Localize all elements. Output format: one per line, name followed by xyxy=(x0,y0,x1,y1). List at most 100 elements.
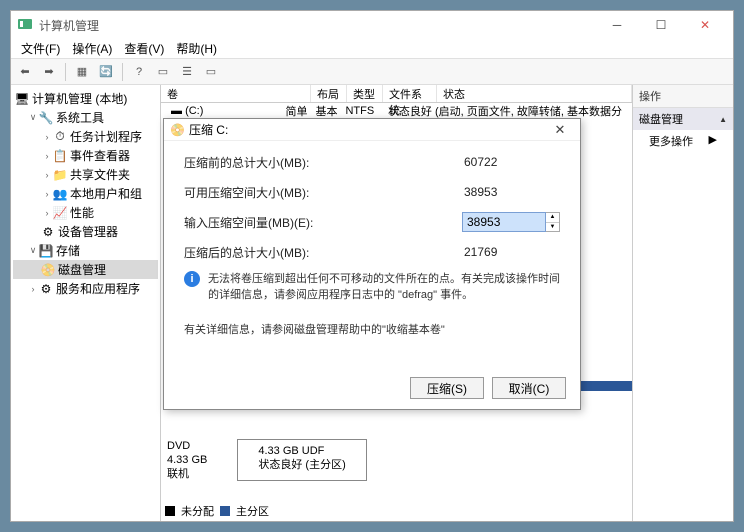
tree-label: 性能 xyxy=(70,204,94,221)
cancel-button[interactable]: 取消(C) xyxy=(492,377,566,399)
expand-icon[interactable]: › xyxy=(41,189,53,199)
triangle-up-icon: ▲ xyxy=(719,115,727,124)
share-icon: 📁 xyxy=(53,168,67,182)
shrink-button[interactable]: 压缩(S) xyxy=(410,377,484,399)
tree-task-scheduler[interactable]: › ⏱ 任务计划程序 xyxy=(13,127,158,146)
col-layout[interactable]: 布局 xyxy=(311,85,347,102)
spin-up-button[interactable]: ▲ xyxy=(546,213,559,223)
legend-unalloc: 未分配 xyxy=(181,503,214,519)
perf-icon: 📈 xyxy=(53,206,67,220)
tree-label: 本地用户和组 xyxy=(70,185,142,202)
shrink-amount-input[interactable] xyxy=(462,212,546,232)
tools-icon: 🔧 xyxy=(39,111,53,125)
menu-view[interactable]: 查看(V) xyxy=(118,38,170,59)
device-icon: ⚙ xyxy=(41,225,55,239)
nav-back-icon[interactable]: ⬅ xyxy=(15,62,35,82)
tree-pane: 🖥 计算机管理 (本地) ∨ 🔧 系统工具 › ⏱ 任务计划程序 › 📋 事件查… xyxy=(11,85,161,521)
toolbar-sep xyxy=(122,63,123,81)
info-text: 无法将卷压缩到超出任何不可移动的文件所在的点。有关完成该操作时间的详细信息，请参… xyxy=(208,271,560,303)
toolbar-icon[interactable]: ☰ xyxy=(177,62,197,82)
tree-device-manager[interactable]: ⚙ 设备管理器 xyxy=(13,222,158,241)
menu-action[interactable]: 操作(A) xyxy=(66,38,118,59)
tree-root[interactable]: 🖥 计算机管理 (本地) xyxy=(13,89,158,108)
after-size-label: 压缩后的总计大小(MB): xyxy=(184,244,384,261)
tree-label: 磁盘管理 xyxy=(58,261,106,278)
app-icon xyxy=(17,17,33,33)
legend: 未分配 主分区 xyxy=(165,503,269,519)
users-icon: 👥 xyxy=(53,187,67,201)
toolbar-icon[interactable]: ▭ xyxy=(201,62,221,82)
window-title: 计算机管理 xyxy=(39,17,595,34)
actions-disk-mgmt[interactable]: 磁盘管理 ▲ xyxy=(633,108,733,130)
tree-system-tools[interactable]: ∨ 🔧 系统工具 xyxy=(13,108,158,127)
collapse-icon[interactable]: ∨ xyxy=(27,112,39,123)
input-shrink-label: 输入压缩空间量(MB)(E): xyxy=(184,214,384,231)
spinner: ▲ ▼ xyxy=(546,212,560,232)
event-icon: 📋 xyxy=(53,149,67,163)
tree-event-viewer[interactable]: › 📋 事件查看器 xyxy=(13,146,158,165)
tree-label: 存储 xyxy=(56,242,80,259)
triangle-right-icon: ▶ xyxy=(709,133,717,149)
tree-label: 计算机管理 (本地) xyxy=(32,90,127,107)
toolbar: ⬅ ➡ ▦ 🔄 ? ▭ ☰ ▭ xyxy=(11,59,733,85)
tree-label: 任务计划程序 xyxy=(70,128,142,145)
tree-local-users[interactable]: › 👥 本地用户和组 xyxy=(13,184,158,203)
tree-services-apps[interactable]: › ⚙ 服务和应用程序 xyxy=(13,279,158,298)
close-button[interactable]: ✕ xyxy=(683,12,727,38)
help-text: 有关详细信息，请参阅磁盘管理帮助中的"收缩基本卷" xyxy=(184,321,560,337)
collapse-icon[interactable]: ∨ xyxy=(27,245,39,256)
actions-header: 操作 xyxy=(633,85,733,108)
nav-fwd-icon[interactable]: ➡ xyxy=(39,62,59,82)
services-icon: ⚙ xyxy=(39,282,53,296)
before-size-value: 60722 xyxy=(464,155,497,169)
expand-icon[interactable]: › xyxy=(41,208,53,218)
dialog-title: 压缩 C: xyxy=(189,121,228,138)
tree-label: 共享文件夹 xyxy=(70,166,130,183)
expand-icon[interactable]: › xyxy=(41,151,53,161)
disk-icon: 📀 xyxy=(170,123,185,137)
volume-list-header: 卷 布局 类型 文件系统 状态 xyxy=(161,85,632,103)
tree-label: 设备管理器 xyxy=(58,223,118,240)
computer-icon: 🖥 xyxy=(15,92,29,106)
dvd-partition[interactable]: 4.33 GB UDF 状态良好 (主分区) xyxy=(237,439,366,481)
expand-icon[interactable]: › xyxy=(27,284,39,294)
expand-icon[interactable]: › xyxy=(41,170,53,180)
tree-shared-folders[interactable]: › 📁 共享文件夹 xyxy=(13,165,158,184)
maximize-button[interactable]: ☐ xyxy=(639,12,683,38)
info-message: i 无法将卷压缩到超出任何不可移动的文件所在的点。有关完成该操作时间的详细信息，… xyxy=(184,271,560,303)
tree-label: 服务和应用程序 xyxy=(56,280,140,297)
toolbar-sep xyxy=(65,63,66,81)
toolbar-icon[interactable]: ▭ xyxy=(153,62,173,82)
after-size-value: 21769 xyxy=(464,245,497,259)
col-type[interactable]: 类型 xyxy=(347,85,383,102)
expand-icon[interactable]: › xyxy=(41,132,53,142)
dialog-buttons: 压缩(S) 取消(C) xyxy=(410,377,566,399)
minimize-button[interactable]: ─ xyxy=(595,12,639,38)
dvd-summary: DVD 4.33 GB 联机 xyxy=(167,439,207,481)
actions-pane: 操作 磁盘管理 ▲ 更多操作 ▶ xyxy=(633,85,733,521)
avail-size-label: 可用压缩空间大小(MB): xyxy=(184,184,384,201)
tree-label: 系统工具 xyxy=(56,109,104,126)
window-controls: ─ ☐ ✕ xyxy=(595,12,727,38)
col-fs[interactable]: 文件系统 xyxy=(383,85,437,102)
tree-storage[interactable]: ∨ 💾 存储 xyxy=(13,241,158,260)
volume-row[interactable]: ▬ (C:) 简单 基本 NTFS 状态良好 (启动, 页面文件, 故障转储, … xyxy=(161,103,632,119)
storage-icon: 💾 xyxy=(39,244,53,258)
legend-primary: 主分区 xyxy=(236,503,269,519)
refresh-icon[interactable]: 🔄 xyxy=(96,62,116,82)
col-status[interactable]: 状态 xyxy=(437,85,632,102)
actions-more[interactable]: 更多操作 ▶ xyxy=(633,130,733,152)
before-size-label: 压缩前的总计大小(MB): xyxy=(184,154,384,171)
disk-icon: 📀 xyxy=(41,263,55,277)
tree-disk-management[interactable]: 📀 磁盘管理 xyxy=(13,260,158,279)
menu-help[interactable]: 帮助(H) xyxy=(170,38,223,59)
menu-file[interactable]: 文件(F) xyxy=(15,38,66,59)
dialog-close-button[interactable]: ✕ xyxy=(546,120,574,140)
dialog-titlebar: 📀 压缩 C: ✕ xyxy=(164,119,580,141)
col-volume[interactable]: 卷 xyxy=(161,85,311,102)
spin-down-button[interactable]: ▼ xyxy=(546,223,559,232)
tree-label: 事件查看器 xyxy=(70,147,130,164)
tree-performance[interactable]: › 📈 性能 xyxy=(13,203,158,222)
toolbar-icon[interactable]: ▦ xyxy=(72,62,92,82)
help-icon[interactable]: ? xyxy=(129,62,149,82)
